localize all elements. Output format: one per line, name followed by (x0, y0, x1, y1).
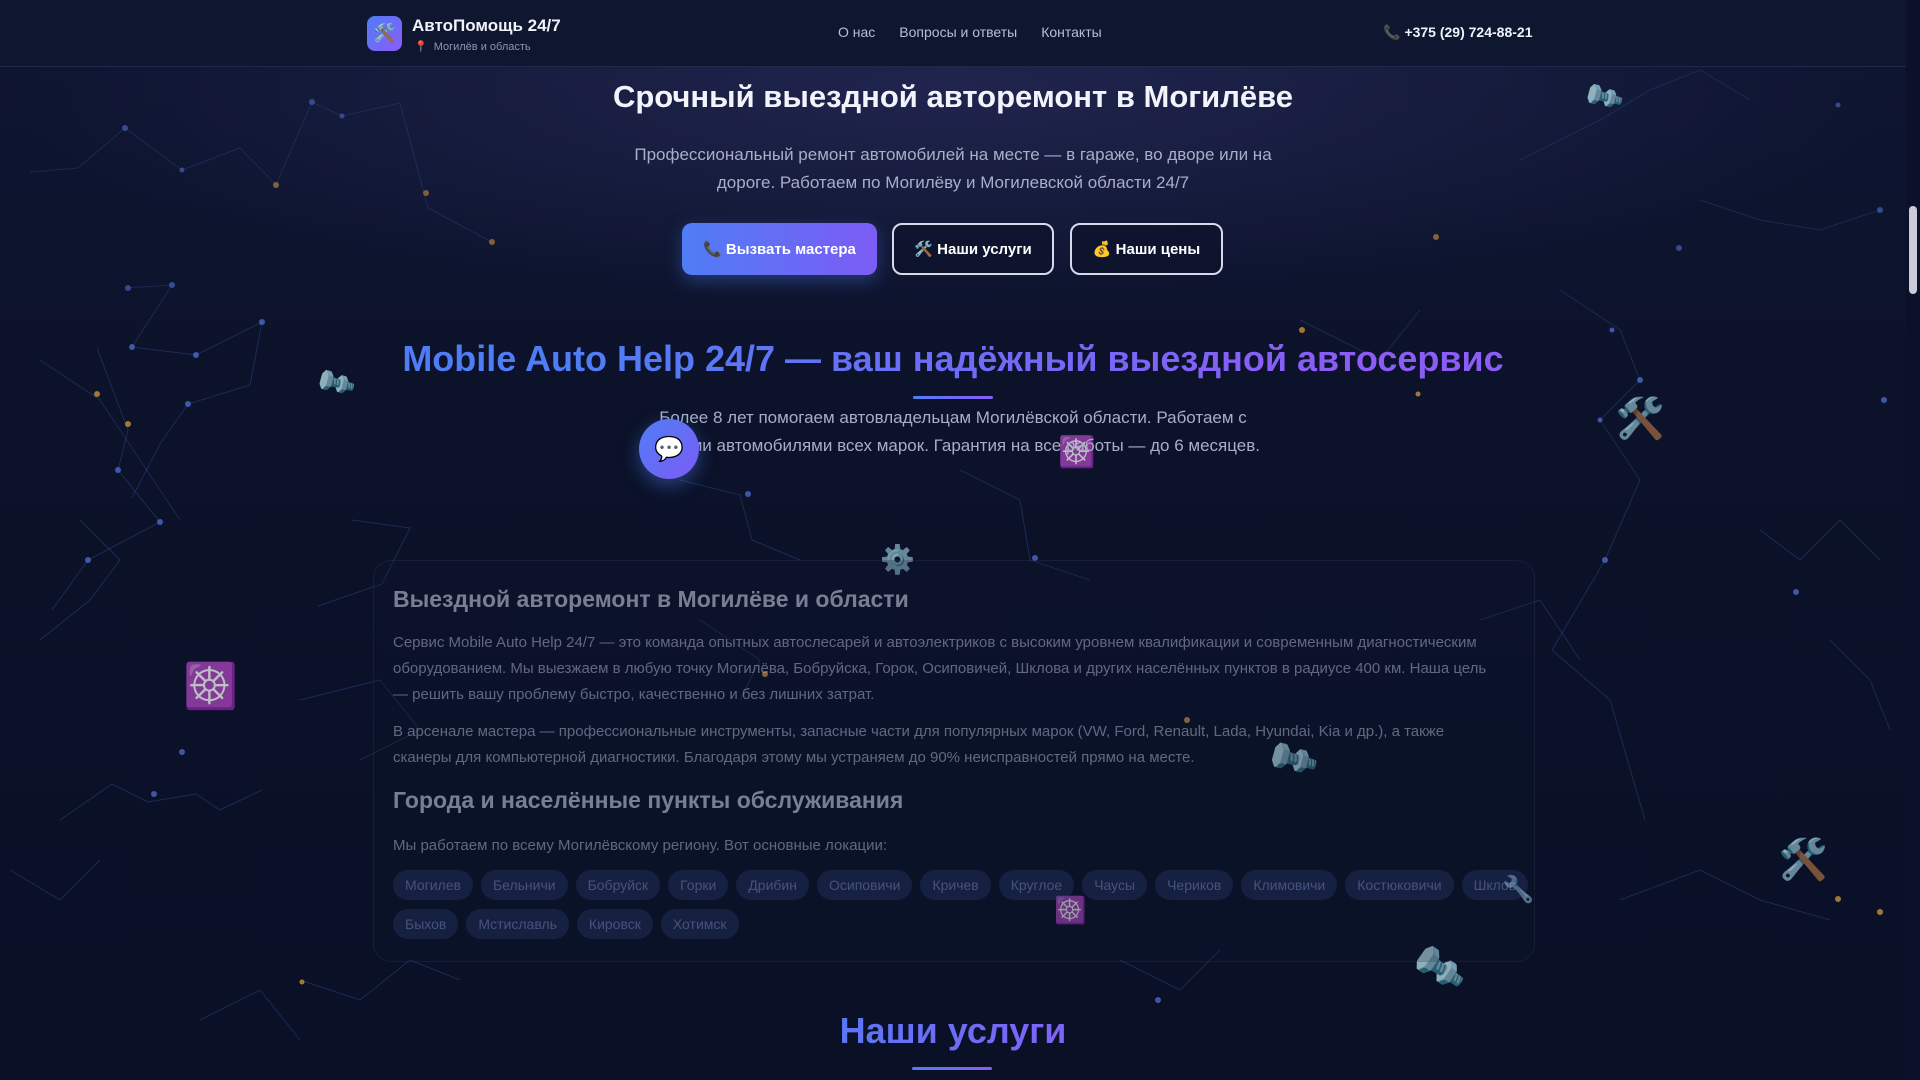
city-tag: Чериков (1155, 870, 1234, 900)
city-tag: Горки (668, 870, 729, 900)
city-tag: Хотимск (660, 909, 739, 939)
card-paragraph-locations: Мы работаем по всему Могилёвскому регион… (393, 837, 888, 854)
city-tag: Кричев (920, 870, 991, 900)
phone-icon: 📞 (1383, 24, 1401, 40)
brand-location-text: Могилёв и область (433, 41, 531, 53)
card-heading-repair: Выездной авторемонт в Могилёве и области (393, 586, 909, 612)
phone-link[interactable]: 📞 +375 (29) 724-88-21 (1383, 24, 1532, 41)
city-tag: Круглое (998, 870, 1075, 900)
services-title: Наши услуги (0, 1010, 1906, 1052)
hero-subtitle: Профессиональный ремонт автомобилей на м… (634, 145, 1272, 192)
page-scrollbar[interactable] (1906, 0, 1920, 1080)
city-tag: Чаусы (1082, 870, 1148, 900)
hero-title: Срочный выездной авторемонт в Могилёве (612, 79, 1294, 114)
city-tag: Быхов (393, 909, 459, 939)
city-tag: Осиповичи (817, 870, 913, 900)
city-tag: Бобруйск (575, 870, 661, 900)
call-master-button[interactable]: 📞 Вызвать мастера (682, 223, 877, 275)
card-paragraph-service: Сервис Mobile Auto Help 24/7 — это коман… (393, 634, 1487, 703)
city-tag: Мстиславль (466, 909, 569, 939)
title-underline (913, 396, 993, 399)
hammer-wrench-icon: 🛠️ (1778, 838, 1828, 882)
nav-link-faq[interactable]: Вопросы и ответы (899, 24, 1017, 40)
main-nav: О нас Вопросы и ответы Контакты (838, 24, 1102, 40)
card-heading-cities: Города и населённые пункты обслуживания (393, 787, 904, 813)
city-tag: Шклов (1461, 870, 1529, 900)
our-services-button[interactable]: 🛠️ Наши услуги (892, 223, 1054, 275)
site-header: 🛠️ АвтоПомощь 24/7 📍 Могилёв и область О … (0, 0, 1906, 67)
brand-name[interactable]: АвтоПомощь 24/7 (412, 16, 561, 36)
location-pin-icon: 📍 (414, 41, 428, 53)
brand-location: 📍 Могилёв и область (414, 40, 531, 53)
city-tag: Могилев (393, 870, 473, 900)
scrollbar-thumb[interactable] (1909, 206, 1917, 294)
title-underline (912, 1067, 992, 1070)
city-tags: Могилев Бельничи Бобруйск Горки Дрибин О… (393, 870, 1543, 939)
city-tag: Костюковичи (1345, 870, 1454, 900)
our-prices-button[interactable]: 💰 Наши цены (1070, 223, 1223, 275)
nav-link-contacts[interactable]: Контакты (1041, 24, 1101, 40)
city-tag: Климовичи (1241, 870, 1338, 900)
phone-number[interactable]: +375 (29) 724-88-21 (1404, 24, 1532, 40)
logo-icon[interactable]: 🛠️ (367, 16, 402, 51)
city-tag: Бельничи (480, 870, 568, 900)
card-paragraph-tools: В арсенале мастера — профессиональные ин… (393, 723, 1445, 766)
city-tag: Дрибин (736, 870, 809, 900)
city-tag: Кировск (576, 909, 653, 939)
about-title: Mobile Auto Help 24/7 — ваш надёжный вые… (0, 338, 1906, 380)
chat-button[interactable]: 💬 (639, 419, 699, 479)
hammer-wrench-icon: 🛠️ (1615, 397, 1665, 441)
about-subtitle: Более 8 лет помогаем автовладельцам Моги… (645, 408, 1261, 455)
nav-link-about[interactable]: О нас (838, 24, 875, 40)
wheel-icon: ☸️ (183, 662, 238, 711)
